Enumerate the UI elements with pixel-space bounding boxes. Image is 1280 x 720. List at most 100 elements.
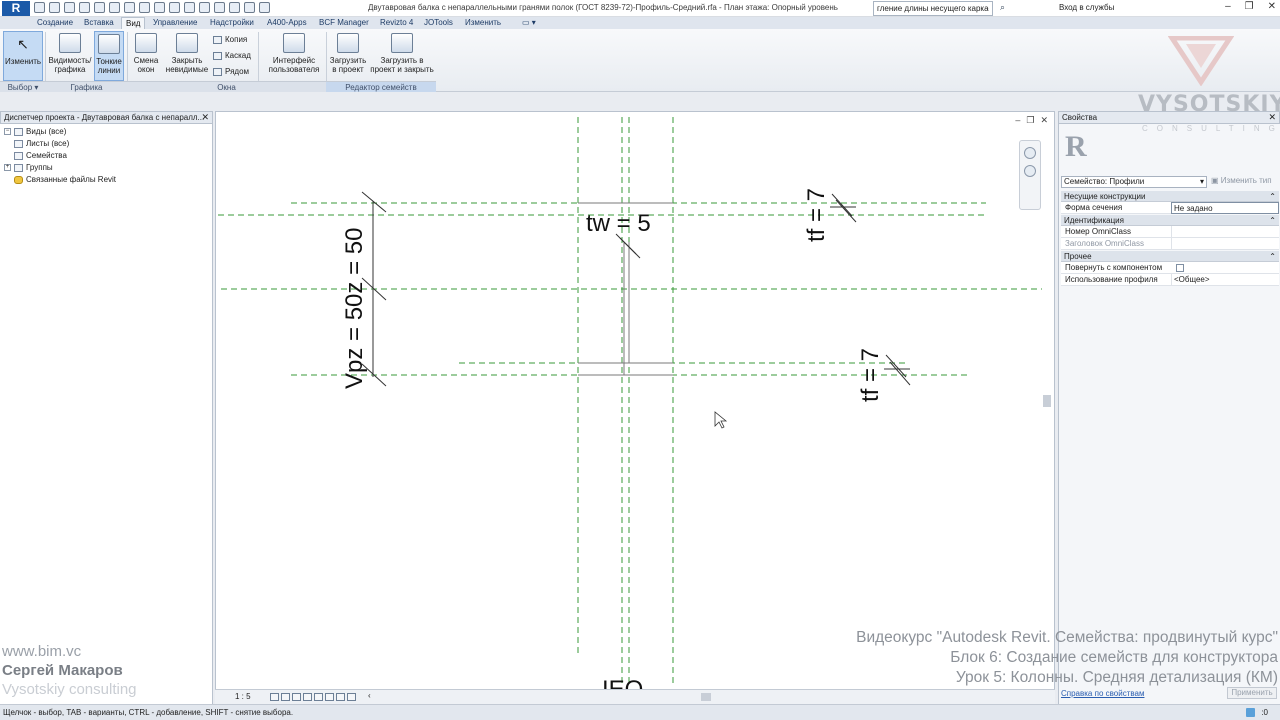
tab-view[interactable]: Вид bbox=[121, 17, 146, 29]
tab-manage[interactable]: Управление bbox=[153, 17, 197, 29]
temporary-hide-icon[interactable] bbox=[336, 693, 345, 701]
prop-category-identity[interactable]: Идентификация ⌃ bbox=[1061, 215, 1279, 226]
ribbon-panel: ↖ Изменить Видимость/ графика Тонкие лин… bbox=[0, 29, 1280, 92]
expand-icon[interactable]: + bbox=[4, 164, 11, 171]
prop-row-omniclass-number[interactable]: Номер OmniClass bbox=[1061, 226, 1279, 238]
sync-icon[interactable] bbox=[64, 2, 75, 13]
omniclass-number-field[interactable] bbox=[1171, 226, 1279, 238]
drawing-area[interactable]: tw = 5 tf = 7 tf = 7 Vpz = 50z = 50 IEQ … bbox=[215, 111, 1055, 704]
tree-item-revit-links[interactable]: Связанные файлы Revit bbox=[14, 175, 116, 184]
show-crop-icon[interactable] bbox=[325, 693, 334, 701]
reveal-hidden-icon[interactable] bbox=[347, 693, 356, 701]
drawing-svg[interactable]: tw = 5 tf = 7 tf = 7 Vpz = 50z = 50 IEQ bbox=[216, 112, 1055, 704]
close-icon[interactable]: ✕ bbox=[1268, 1, 1276, 12]
prop-row-rotate-with-component[interactable]: Повернуть с компонентом bbox=[1061, 262, 1279, 274]
load-and-close-button[interactable]: Загрузить в проект и закрыть bbox=[369, 31, 435, 81]
collapse-icon[interactable]: − bbox=[4, 128, 11, 135]
detail-level-icon[interactable] bbox=[270, 693, 279, 701]
apply-button[interactable]: Применить bbox=[1227, 687, 1277, 699]
minimize-icon[interactable]: – bbox=[1015, 115, 1020, 126]
minimize-icon[interactable]: – bbox=[1225, 1, 1231, 12]
switch-windows-button[interactable]: Смена окон bbox=[131, 31, 161, 81]
print-icon[interactable] bbox=[109, 2, 120, 13]
switch-windows-icon[interactable] bbox=[244, 2, 255, 13]
type-selector[interactable]: Семейство: Профили bbox=[1061, 176, 1207, 188]
open-icon[interactable] bbox=[34, 2, 45, 13]
title-tools: ⌕ bbox=[1000, 2, 1005, 13]
collapse-icon[interactable]: ⌃ bbox=[1269, 251, 1276, 262]
dimension-label-vpz[interactable]: Vpz = 50z = 50 bbox=[341, 228, 368, 389]
ribbon-minimize-icon[interactable]: ▭ ▾ bbox=[522, 17, 536, 29]
prop-row-section-shape[interactable]: Форма сечения Не задано bbox=[1061, 202, 1279, 214]
close-hidden-icon[interactable] bbox=[229, 2, 240, 13]
load-into-project-button[interactable]: Загрузить в проект bbox=[328, 31, 368, 81]
shadows-icon[interactable] bbox=[303, 693, 312, 701]
section-icon[interactable] bbox=[199, 2, 210, 13]
user-interface-button[interactable]: Интерфейс пользователя bbox=[264, 31, 324, 81]
groups-icon bbox=[14, 163, 23, 172]
tab-modify[interactable]: Изменить bbox=[465, 17, 501, 29]
sign-in-button[interactable]: Вход в службы bbox=[1059, 3, 1114, 12]
edit-type-button[interactable]: ▣ Изменить тип bbox=[1211, 176, 1272, 185]
tab-jotools[interactable]: JOTools bbox=[424, 17, 453, 29]
prop-category-structural[interactable]: Несущие конструкции ⌃ bbox=[1061, 191, 1279, 202]
prop-category-other[interactable]: Прочее ⌃ bbox=[1061, 251, 1279, 262]
tile-button[interactable]: Рядом bbox=[213, 67, 249, 76]
copy-window-button[interactable]: Копия bbox=[213, 35, 247, 44]
dimension-icon[interactable] bbox=[139, 2, 150, 13]
sun-path-icon[interactable] bbox=[292, 693, 301, 701]
redo-icon[interactable] bbox=[94, 2, 105, 13]
vertical-scrollbar[interactable] bbox=[1043, 395, 1051, 407]
tab-addins[interactable]: Надстройки bbox=[210, 17, 254, 29]
collapse-icon[interactable]: ⌃ bbox=[1269, 215, 1276, 226]
text-icon[interactable] bbox=[169, 2, 180, 13]
tree-item-views[interactable]: − Виды (все) bbox=[4, 127, 66, 136]
tree-item-families[interactable]: Семейства bbox=[14, 151, 67, 160]
rotate-with-component-checkbox[interactable] bbox=[1176, 264, 1184, 272]
undo-icon[interactable] bbox=[79, 2, 90, 13]
dimension-label-tf-top[interactable]: tf = 7 bbox=[803, 188, 830, 242]
thin-lines-icon[interactable] bbox=[214, 2, 225, 13]
dimension-label-tf-bottom[interactable]: tf = 7 bbox=[857, 348, 884, 402]
visibility-graphics-button[interactable]: Видимость/ графика bbox=[47, 31, 93, 81]
thin-lines-button[interactable]: Тонкие линии bbox=[94, 31, 124, 81]
prop-row-profile-usage[interactable]: Использование профиля <Общее> bbox=[1061, 274, 1279, 286]
dimension-label-tw[interactable]: tw = 5 bbox=[586, 210, 651, 237]
view-scale[interactable]: 1 : 5 bbox=[235, 692, 251, 701]
tree-item-sheets[interactable]: Листы (все) bbox=[14, 139, 69, 148]
group-select[interactable]: Выбор ▾ bbox=[0, 81, 46, 92]
collapse-icon[interactable]: ⌃ bbox=[1269, 191, 1276, 202]
3d-view-icon[interactable] bbox=[184, 2, 195, 13]
credits-site: www.bim.vc bbox=[2, 643, 82, 660]
tag-icon[interactable] bbox=[154, 2, 165, 13]
search-input[interactable] bbox=[873, 1, 993, 16]
tree-item-groups[interactable]: + Группы bbox=[4, 163, 53, 172]
zoom-icon[interactable] bbox=[1024, 165, 1036, 177]
application-menu-button[interactable]: R bbox=[2, 1, 30, 16]
scroll-left-icon[interactable]: ‹ bbox=[368, 691, 371, 700]
tab-revizto[interactable]: Revizto 4 bbox=[380, 17, 413, 29]
section-shape-field[interactable]: Не задано bbox=[1171, 202, 1279, 214]
tab-bcf-manager[interactable]: BCF Manager bbox=[319, 17, 369, 29]
filter-icon[interactable] bbox=[1246, 708, 1255, 717]
profile-usage-field[interactable]: <Общее> bbox=[1171, 274, 1279, 286]
restore-icon[interactable]: ❐ bbox=[1026, 115, 1034, 126]
close-icon[interactable]: ✕ bbox=[201, 112, 209, 123]
properties-help-link[interactable]: Справка по свойствам bbox=[1061, 689, 1144, 698]
measure-icon[interactable] bbox=[124, 2, 135, 13]
restore-icon[interactable]: ❐ bbox=[1245, 1, 1254, 12]
binoculars-icon[interactable]: ⌕ bbox=[1000, 2, 1005, 13]
close-icon[interactable]: ✕ bbox=[1040, 115, 1048, 126]
tab-a400-apps[interactable]: A400-Apps bbox=[267, 17, 307, 29]
customize-qat-icon[interactable] bbox=[259, 2, 270, 13]
steering-wheel-icon[interactable] bbox=[1024, 147, 1036, 159]
visual-style-icon[interactable] bbox=[281, 693, 290, 701]
tab-insert[interactable]: Вставка bbox=[84, 17, 114, 29]
cascade-button[interactable]: Каскад bbox=[213, 51, 251, 60]
save-icon[interactable] bbox=[49, 2, 60, 13]
tab-create[interactable]: Создание bbox=[37, 17, 73, 29]
crop-view-icon[interactable] bbox=[314, 693, 323, 701]
close-hidden-button[interactable]: Закрыть невидимые bbox=[165, 31, 209, 81]
modify-button[interactable]: ↖ Изменить bbox=[3, 31, 43, 81]
horizontal-scrollbar[interactable] bbox=[701, 693, 711, 701]
